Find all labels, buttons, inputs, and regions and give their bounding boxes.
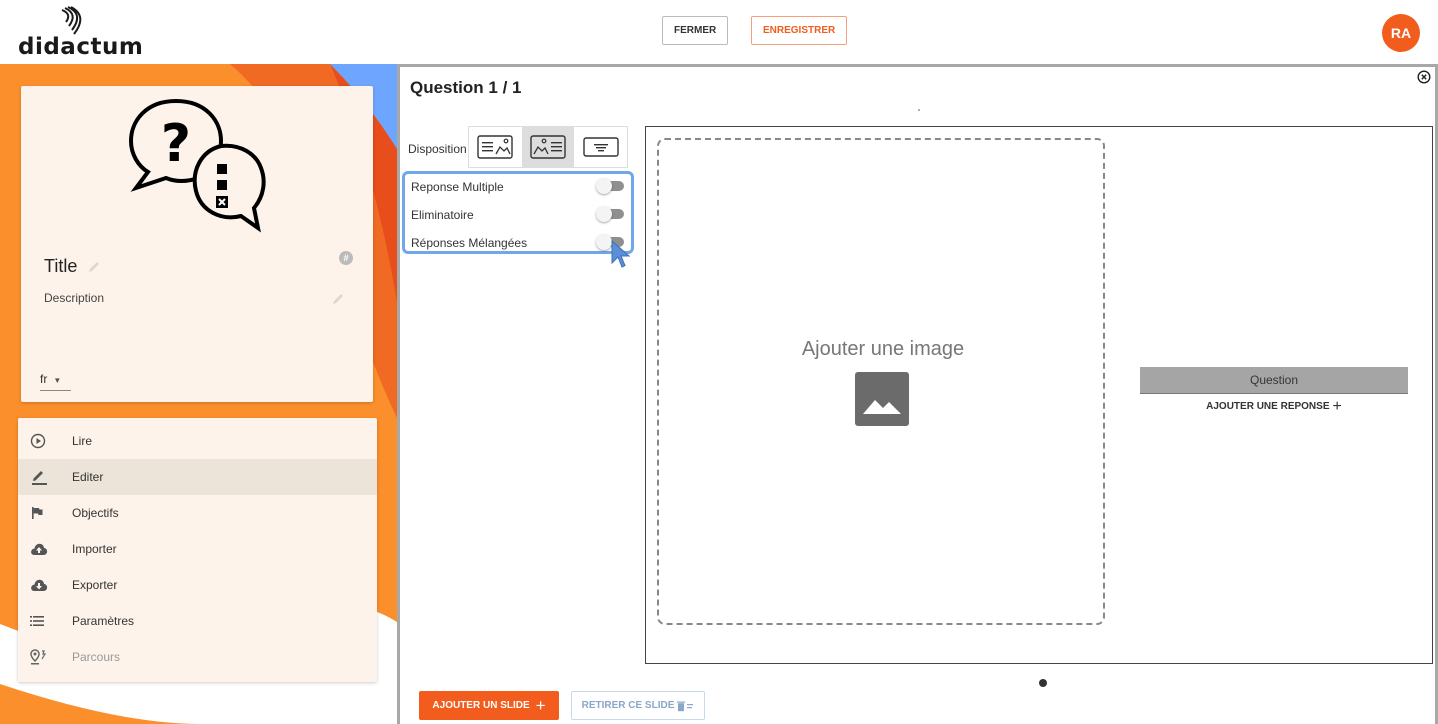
add-slide-button[interactable]: AJOUTER UN SLIDE + (419, 691, 559, 720)
cloud-download-icon (18, 578, 72, 592)
project-card: ? Title # Description fr ▼ (21, 86, 373, 402)
layout-text-image-button[interactable] (469, 127, 522, 167)
svg-text:?: ? (161, 114, 191, 174)
cloud-upload-icon (18, 542, 72, 556)
menu-item-importer[interactable]: Importer (18, 531, 377, 567)
menu-item-label: Importer (72, 542, 117, 556)
menu-item-label: Lire (72, 434, 93, 448)
add-response-label: AJOUTER UNE REPONSE (1206, 401, 1330, 412)
card-description[interactable]: Description (44, 291, 104, 305)
menu-item-label: Editer (72, 470, 104, 484)
menu-item-exporter[interactable]: Exporter (18, 567, 377, 603)
add-image-label: Ajouter une image (801, 338, 965, 360)
flag-icon (18, 506, 72, 520)
question-field[interactable]: Question (1140, 367, 1408, 394)
plus-icon: + (1332, 398, 1342, 415)
layout-image-text-icon (530, 135, 566, 159)
menu-item-parcours[interactable]: Parcours (18, 639, 377, 675)
layout-image-text-button[interactable] (521, 127, 575, 167)
mouse-cursor-icon (611, 239, 631, 268)
layout-text-only-icon (582, 137, 619, 157)
plus-icon: + (535, 695, 546, 715)
layout-text-only-button[interactable] (574, 127, 627, 167)
language-select[interactable]: fr ▼ (40, 372, 71, 391)
logo[interactable]: didactum (18, 4, 143, 60)
add-response-button[interactable]: AJOUTER UNE REPONSE + (1140, 398, 1408, 416)
logo-mark-icon (61, 6, 82, 35)
menu-item-label: Parcours (72, 650, 121, 664)
divider-dot (918, 109, 920, 111)
close-button[interactable]: FERMER (662, 16, 729, 45)
option-label: Réponses Mélangées (411, 236, 528, 250)
menu-item-label: Paramètres (72, 614, 135, 628)
layout-text-image-icon (477, 135, 514, 159)
page-title: Question 1 / 1 (410, 78, 522, 97)
question-options: Reponse Multiple Eliminatoire Réponses M… (402, 171, 634, 254)
play-circle-icon (18, 433, 72, 449)
description-edit-icon[interactable] (331, 292, 345, 306)
option-eliminatoire: Eliminatoire (411, 204, 626, 226)
image-icon (855, 372, 909, 426)
menu-item-objectifs[interactable]: Objectifs (18, 495, 377, 531)
app-header: didactum FERMER ENREGISTRER RA (0, 0, 1438, 64)
action-menu: Lire Editer Objectifs Importer Exporter … (18, 418, 377, 682)
menu-item-label: Objectifs (72, 506, 119, 520)
add-slide-label: AJOUTER UN SLIDE (432, 700, 530, 711)
list-icon (18, 615, 72, 627)
disposition-label: Disposition (408, 142, 467, 156)
disposition-selector (468, 126, 628, 168)
menu-item-editer[interactable]: Editer (18, 459, 377, 495)
chevron-down-icon: ▼ (53, 376, 62, 385)
question-editor: Question 1 / 1 Disposition Reponse Multi… (397, 64, 1438, 724)
avatar[interactable]: RA (1382, 14, 1420, 52)
pencil-icon (18, 468, 72, 486)
logo-text: didactum (18, 34, 144, 60)
menu-item-label: Exporter (72, 578, 118, 592)
slide-pagination-dot[interactable] (1039, 679, 1047, 687)
trash-icon (677, 701, 694, 711)
menu-item-parametres[interactable]: Paramètres (18, 603, 377, 639)
close-icon[interactable] (1417, 70, 1431, 84)
tag-icon[interactable]: # (339, 251, 353, 265)
remove-slide-label: RETIRER CE SLIDE (581, 700, 675, 711)
language-value: fr (40, 372, 48, 386)
option-label: Reponse Multiple (411, 180, 504, 194)
reponse-multiple-toggle[interactable] (596, 178, 624, 194)
route-icon (18, 649, 72, 665)
option-label: Eliminatoire (411, 208, 474, 222)
image-dropzone[interactable]: Ajouter une image (657, 138, 1105, 625)
menu-item-lire[interactable]: Lire (18, 423, 377, 459)
option-reponse-multiple: Reponse Multiple (411, 176, 626, 198)
option-reponses-melangees: Réponses Mélangées (411, 232, 626, 254)
remove-slide-button[interactable]: RETIRER CE SLIDE (571, 691, 705, 720)
slide-stage: Ajouter une image Question AJOUTER UNE R… (645, 126, 1433, 664)
save-button[interactable]: ENREGISTRER (751, 16, 848, 45)
eliminatoire-toggle[interactable] (596, 206, 624, 222)
quiz-illustration-icon: ? (128, 98, 266, 233)
card-title[interactable]: Title (44, 256, 77, 277)
title-edit-icon[interactable] (87, 260, 101, 274)
